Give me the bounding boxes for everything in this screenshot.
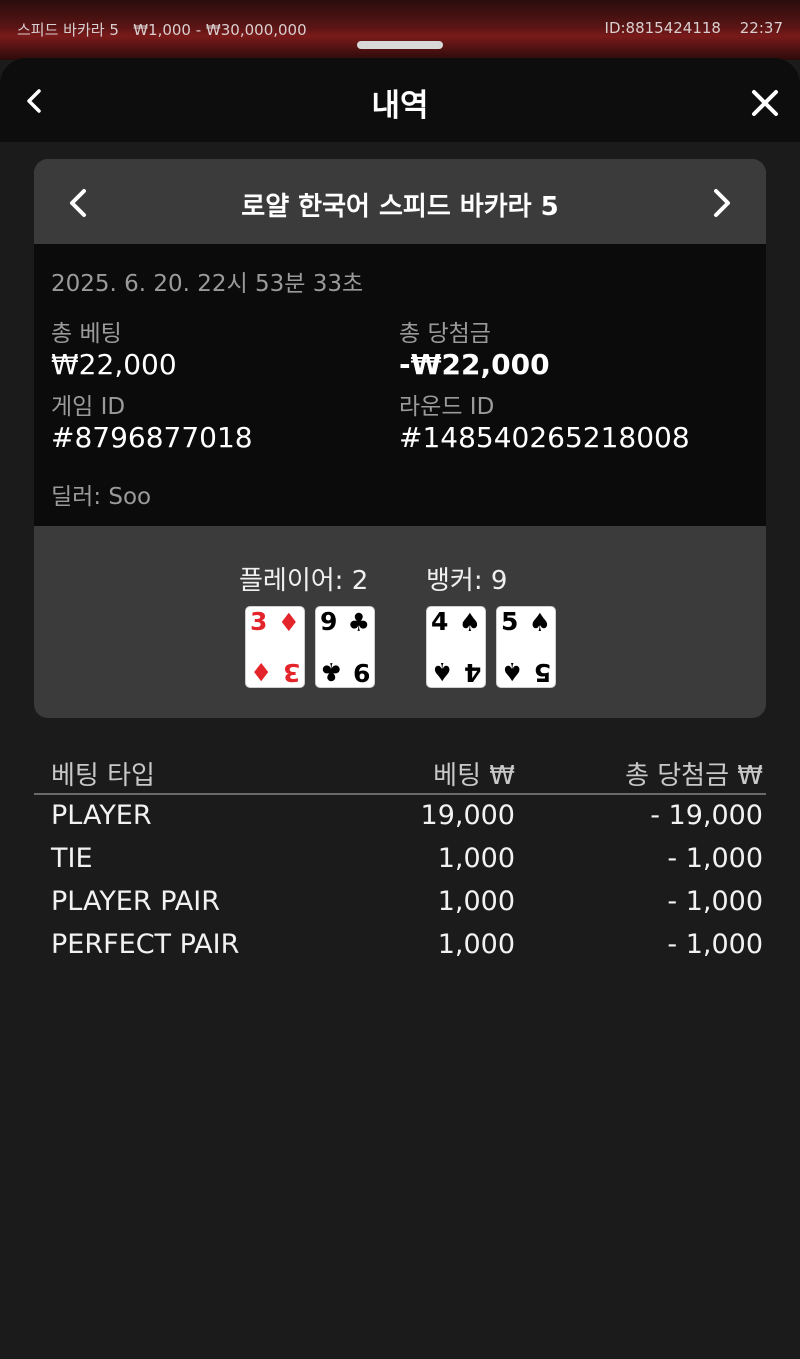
card-rank: 9 [352, 658, 370, 687]
dealer-name: 딜러: Soo [51, 484, 152, 510]
player-card-2: 9 ♣ ♣ 9 [315, 606, 375, 688]
club-suit-icon: ♣ [320, 657, 343, 686]
bet-amount: 19,000 [420, 800, 515, 831]
round-nav: 로얄 한국어 스피드 바카라 5 [34, 159, 766, 244]
clock: 22:37 [739, 19, 783, 37]
diamond-suit-icon: ♦ [277, 608, 300, 637]
sheet-header: 내역 [0, 58, 800, 142]
column-bet-amount: 베팅 ₩ [433, 761, 515, 791]
game-status-bar: 스피드 바카라 5 ₩1,000 - ₩30,000,000 ID:881542… [0, 0, 800, 60]
player-id: ID:8815424118 [604, 19, 721, 37]
win-amount: - 19,000 [650, 800, 763, 831]
hands-result: 플레이어: 2 뱅커: 9 3 ♦ ♦ 3 9 ♣ ♣ 9 4 ♠ ♠ 4 5 [34, 526, 766, 718]
card-rank: 3 [282, 658, 300, 687]
club-suit-icon: ♣ [347, 608, 370, 637]
column-bet-type: 베팅 타입 [51, 761, 155, 791]
banker-card-1: 4 ♠ ♠ 4 [426, 606, 486, 688]
bet-amount: 1,000 [437, 843, 515, 874]
column-total-win: 총 당첨금 ₩ [625, 761, 763, 791]
card-rank: 5 [533, 658, 551, 687]
table-row: PLAYER 19,000 - 19,000 [34, 795, 766, 838]
card-rank: 9 [320, 607, 338, 636]
game-name: 로얄 한국어 스피드 바카라 5 [241, 192, 559, 222]
banker-card-2: 5 ♠ ♠ 5 [496, 606, 556, 688]
sheet-drag-handle[interactable] [357, 41, 443, 49]
history-sheet: 내역 로얄 한국어 스피드 바카라 5 2025. 6. 20. 22시 53분… [0, 58, 800, 1359]
next-round-icon[interactable] [708, 187, 736, 219]
spade-suit-icon: ♠ [501, 657, 524, 686]
game-id-value: #8796877018 [51, 421, 253, 454]
status-bar-table-info: 스피드 바카라 5 ₩1,000 - ₩30,000,000 [17, 19, 307, 40]
total-bet-label: 총 베팅 [51, 321, 122, 347]
bet-type: PLAYER [51, 800, 152, 831]
bet-amount: 1,000 [437, 886, 515, 917]
spade-suit-icon: ♠ [458, 608, 481, 637]
round-datetime: 2025. 6. 20. 22시 53분 33초 [51, 271, 364, 297]
win-amount: - 1,000 [667, 886, 763, 917]
banker-score: 뱅커: 9 [426, 566, 508, 596]
round-info: 2025. 6. 20. 22시 53분 33초 총 베팅 ₩22,000 총 … [34, 244, 766, 526]
spade-suit-icon: ♠ [431, 657, 454, 686]
game-id-label: 게임 ID [51, 394, 126, 420]
card-rank: 4 [431, 607, 449, 636]
bet-limits: ₩1,000 - ₩30,000,000 [133, 21, 307, 39]
win-amount: - 1,000 [667, 929, 763, 960]
player-score: 플레이어: 2 [239, 566, 369, 596]
status-bar-session-info: ID:8815424118 22:37 [591, 19, 783, 37]
diamond-suit-icon: ♦ [250, 657, 273, 686]
total-win-value: -₩22,000 [399, 348, 550, 381]
bets-table: 베팅 타입 베팅 ₩ 총 당첨금 ₩ PLAYER 19,000 - 19,00… [34, 753, 766, 967]
total-win-label: 총 당첨금 [399, 321, 491, 347]
round-id-label: 라운드 ID [399, 394, 495, 420]
card-rank: 5 [501, 607, 519, 636]
round-detail-card: 로얄 한국어 스피드 바카라 5 2025. 6. 20. 22시 53분 33… [34, 159, 766, 718]
win-amount: - 1,000 [667, 843, 763, 874]
table-row: TIE 1,000 - 1,000 [34, 838, 766, 881]
table-name: 스피드 바카라 5 [17, 21, 119, 39]
bet-type: TIE [51, 843, 93, 874]
table-row: PLAYER PAIR 1,000 - 1,000 [34, 881, 766, 924]
bet-amount: 1,000 [437, 929, 515, 960]
bet-type: PERFECT PAIR [51, 929, 240, 960]
bets-table-header: 베팅 타입 베팅 ₩ 총 당첨금 ₩ [34, 753, 766, 795]
card-rank: 3 [250, 607, 268, 636]
page-title: 내역 [371, 88, 429, 124]
bet-type: PLAYER PAIR [51, 886, 220, 917]
table-row: PERFECT PAIR 1,000 - 1,000 [34, 924, 766, 967]
card-rank: 4 [463, 658, 481, 687]
spade-suit-icon: ♠ [528, 608, 551, 637]
round-id-value: #148540265218008 [399, 421, 690, 454]
total-bet-value: ₩22,000 [51, 348, 177, 381]
player-card-1: 3 ♦ ♦ 3 [245, 606, 305, 688]
close-icon[interactable] [750, 88, 780, 118]
